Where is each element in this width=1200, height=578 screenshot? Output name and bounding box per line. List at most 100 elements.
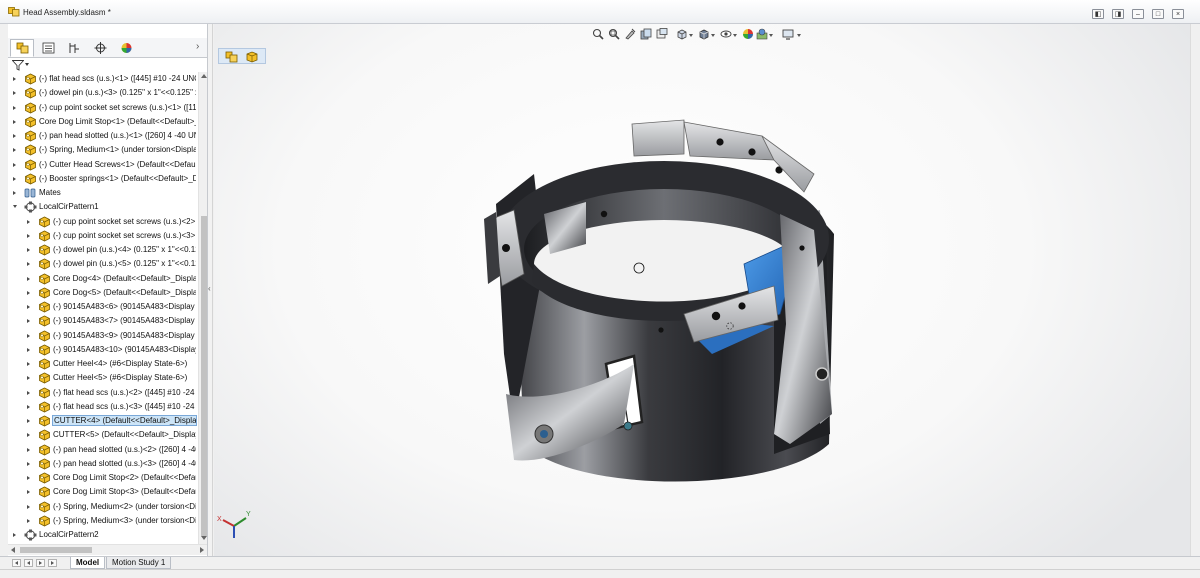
scroll-right-icon[interactable] xyxy=(200,547,204,553)
expand-arrow-icon[interactable] xyxy=(27,376,30,380)
tree-item[interactable]: LocalCirPattern2 xyxy=(8,528,198,542)
tree-item[interactable]: (-) flat head scs (u.s.)<1> ([445] #10 -… xyxy=(8,72,198,86)
expand-arrow-icon[interactable] xyxy=(13,163,16,167)
tab-feature-manager[interactable] xyxy=(10,39,34,57)
tab-motion-study-1[interactable]: Motion Study 1 xyxy=(106,557,172,569)
tab-configuration-manager[interactable] xyxy=(62,39,86,57)
expand-arrow-icon[interactable] xyxy=(27,262,30,266)
tree-item[interactable]: (-) dowel pin (u.s.)<5> (0.125" x 1"<<0.… xyxy=(8,257,198,271)
tree-item[interactable]: Cutter Heel<4> (#6<Display State-6>) xyxy=(8,357,198,371)
expand-arrow-icon[interactable] xyxy=(27,391,30,395)
expand-arrow-icon[interactable] xyxy=(13,91,16,95)
tree-item[interactable]: Core Dog<5> (Default<<Default>_Display xyxy=(8,286,198,300)
back-cutter-top[interactable] xyxy=(683,121,775,161)
scroll-down-icon[interactable] xyxy=(201,536,207,540)
tree-vertical-scrollbar[interactable] xyxy=(198,72,207,544)
tree-item[interactable]: Core Dog Limit Stop<2> (Default<<Defau xyxy=(8,471,198,485)
filter-icon[interactable] xyxy=(12,60,24,71)
tree-item[interactable]: (-) cup point socket set screws (u.s.)<1… xyxy=(8,101,198,115)
tree-horizontal-scrollbar[interactable] xyxy=(8,544,207,555)
expand-arrow-icon[interactable] xyxy=(27,234,30,238)
tree-item[interactable]: (-) cup point socket set screws (u.s.)<2… xyxy=(8,215,198,229)
tree-item[interactable]: (-) flat head scs (u.s.)<3> ([445] #10 -… xyxy=(8,400,198,414)
tree-item[interactable]: (-) pan head slotted (u.s.)<3> ([260] 4 … xyxy=(8,457,198,471)
tab-property-manager[interactable] xyxy=(36,39,60,57)
tree-item[interactable]: (-) Booster springs<1> (Default<<Default… xyxy=(8,172,198,186)
graphics-area[interactable]: Y X xyxy=(214,24,1190,556)
expand-arrow-icon[interactable] xyxy=(27,462,30,466)
tree-item[interactable]: Core Dog Limit Stop<3> (Default<<Defau xyxy=(8,485,198,499)
expand-arrow-icon[interactable] xyxy=(27,476,30,480)
expand-arrow-icon[interactable] xyxy=(13,177,16,181)
tree-item[interactable]: CUTTER<5> (Default<<Default>_Display xyxy=(8,428,198,442)
prev-tab-button[interactable] xyxy=(24,559,33,567)
expand-arrow-icon[interactable] xyxy=(13,148,16,152)
tree-item[interactable]: (-) dowel pin (u.s.)<3> (0.125" x 1"<<0.… xyxy=(8,86,198,100)
tree-item[interactable]: (-) cup point socket set screws (u.s.)<3… xyxy=(8,229,198,243)
expand-arrow-icon[interactable] xyxy=(13,134,16,138)
expand-arrow-icon[interactable] xyxy=(27,405,30,409)
tree-item[interactable]: (-) 90145A483<9> (90145A483<Display Sta xyxy=(8,329,198,343)
expand-arrow-icon[interactable] xyxy=(27,490,30,494)
tab-display-manager[interactable] xyxy=(114,39,138,57)
tab-dimxpert-manager[interactable] xyxy=(88,39,112,57)
scroll-thumb[interactable] xyxy=(201,216,207,536)
expand-arrow-icon[interactable] xyxy=(27,305,30,309)
tree-item[interactable]: (-) Spring, Medium<3> (under torsion<Di xyxy=(8,514,198,528)
tree-item[interactable]: (-) 90145A483<7> (90145A483<Display Sta xyxy=(8,314,198,328)
tabs-more-icon[interactable]: › xyxy=(196,41,199,52)
task-pane-bar[interactable] xyxy=(1190,24,1200,556)
scroll-left-icon[interactable] xyxy=(11,547,15,553)
scroll-up-icon[interactable] xyxy=(201,74,207,78)
back-cutter-block[interactable] xyxy=(631,119,685,157)
expand-arrow-icon[interactable] xyxy=(27,319,30,323)
tile-left-button[interactable]: ◧ xyxy=(1092,9,1104,19)
tile-right-button[interactable]: ◨ xyxy=(1112,9,1124,19)
tree-item[interactable]: (-) Spring, Medium<2> (under torsion<Di xyxy=(8,500,198,514)
tree-item[interactable]: (-) 90145A483<6> (90145A483<Display Sta xyxy=(8,300,198,314)
maximize-button[interactable]: □ xyxy=(1152,9,1164,19)
expand-arrow-icon[interactable] xyxy=(27,519,30,523)
last-tab-button[interactable] xyxy=(48,559,57,567)
expand-arrow-icon[interactable] xyxy=(27,505,30,509)
tree-item[interactable]: Mates xyxy=(8,186,198,200)
minimize-button[interactable]: – xyxy=(1132,9,1144,19)
panel-splitter[interactable]: ‹ xyxy=(208,24,213,556)
expand-arrow-icon[interactable] xyxy=(27,220,30,224)
collapse-arrow-icon[interactable] xyxy=(13,205,17,208)
tree-item[interactable]: LocalCirPattern1 xyxy=(8,200,198,214)
tree-item[interactable]: Cutter Heel<5> (#6<Display State-6>) xyxy=(8,371,198,385)
expand-arrow-icon[interactable] xyxy=(27,348,30,352)
close-button[interactable]: × xyxy=(1172,9,1184,19)
tree-item[interactable]: Core Dog<4> (Default<<Default>_Display xyxy=(8,272,198,286)
filter-dropdown-icon[interactable] xyxy=(25,63,29,66)
tree-item[interactable]: Core Dog Limit Stop<1> (Default<<Default… xyxy=(8,115,198,129)
tree-item[interactable]: CUTTER<4> (Default<<Default>_Display xyxy=(8,414,198,428)
first-tab-button[interactable] xyxy=(12,559,21,567)
tree-item[interactable]: (-) Cutter Head Screws<1> (Default<<Defa… xyxy=(8,158,198,172)
expand-arrow-icon[interactable] xyxy=(13,533,16,537)
collapse-panel-icon[interactable]: ‹ xyxy=(208,282,212,296)
expand-arrow-icon[interactable] xyxy=(27,448,30,452)
tree-item[interactable]: (-) dowel pin (u.s.)<4> (0.125" x 1"<<0.… xyxy=(8,243,198,257)
expand-arrow-icon[interactable] xyxy=(27,419,30,423)
expand-arrow-icon[interactable] xyxy=(27,362,30,366)
head-assembly-3d-model[interactable] xyxy=(214,24,1190,556)
expand-arrow-icon[interactable] xyxy=(13,106,16,110)
expand-arrow-icon[interactable] xyxy=(27,334,30,338)
tree-item[interactable]: (-) pan head slotted (u.s.)<1> ([260] 4 … xyxy=(8,129,198,143)
expand-arrow-icon[interactable] xyxy=(13,120,16,124)
expand-arrow-icon[interactable] xyxy=(27,248,30,252)
tree-item[interactable]: (-) flat head scs (u.s.)<2> ([445] #10 -… xyxy=(8,386,198,400)
horizontal-scroll-thumb[interactable] xyxy=(20,547,92,553)
expand-arrow-icon[interactable] xyxy=(27,277,30,281)
tab-model[interactable]: Model xyxy=(70,557,106,569)
tree-item[interactable]: (-) 90145A483<10> (90145A483<Display St xyxy=(8,343,198,357)
tree-item[interactable]: (-) pan head slotted (u.s.)<2> ([260] 4 … xyxy=(8,443,198,457)
expand-arrow-icon[interactable] xyxy=(13,191,16,195)
tree-item[interactable]: (-) Spring, Medium<1> (under torsion<Dis… xyxy=(8,143,198,157)
expand-arrow-icon[interactable] xyxy=(13,77,16,81)
expand-arrow-icon[interactable] xyxy=(27,291,30,295)
expand-arrow-icon[interactable] xyxy=(27,433,30,437)
next-tab-button[interactable] xyxy=(36,559,45,567)
